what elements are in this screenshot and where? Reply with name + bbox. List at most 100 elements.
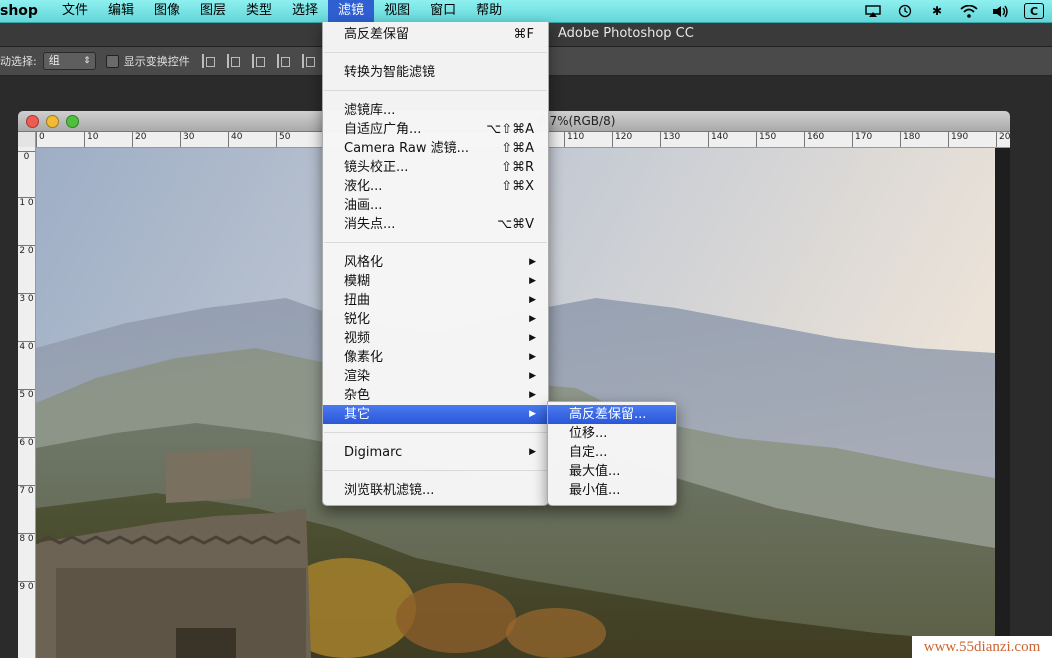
menu-item-label: 滤镜库... <box>344 103 396 118</box>
submenu-item-minimum[interactable]: 最小值... <box>548 481 676 500</box>
vertical-ruler[interactable]: 0 1 0 2 0 3 0 4 0 5 0 6 0 7 0 8 0 9 0 <box>18 147 36 658</box>
v-ruler-label: 8 0 <box>18 533 35 544</box>
auto-select-label: 动选择: <box>0 55 37 68</box>
menu-item-filter-gallery[interactable]: 滤镜库... <box>323 101 548 120</box>
zoom-button[interactable] <box>66 115 79 128</box>
ruler-origin[interactable] <box>18 132 36 148</box>
menu-item-convert-smart-filter[interactable]: 转换为智能滤镜 <box>323 63 548 82</box>
time-machine-icon[interactable] <box>896 4 914 18</box>
menu-separator <box>324 52 547 53</box>
menu-file[interactable]: 文件 <box>52 0 98 22</box>
menu-separator <box>324 90 547 91</box>
menu-item-vanishing-point[interactable]: 消失点... ⌥⌘V <box>323 215 548 234</box>
menu-help[interactable]: 帮助 <box>466 0 512 22</box>
menu-item-shortcut: ⇧⌘R <box>501 160 534 175</box>
menu-item-label: 自定... <box>569 445 608 460</box>
h-ruler-label: 0 <box>36 132 45 147</box>
menu-item-high-pass-last[interactable]: 高反差保留 ⌘F <box>323 25 548 44</box>
h-ruler-label: 190 <box>948 132 968 147</box>
menu-select[interactable]: 选择 <box>282 0 328 22</box>
menu-item-video[interactable]: 视频 ▶ <box>323 329 548 348</box>
menu-separator <box>324 470 547 471</box>
airplay-icon[interactable] <box>864 4 882 18</box>
submenu-item-maximum[interactable]: 最大值... <box>548 462 676 481</box>
v-ruler-label: 6 0 <box>18 437 35 448</box>
h-ruler-label: 200 <box>996 132 1010 147</box>
submenu-item-high-pass[interactable]: 高反差保留... <box>548 405 676 424</box>
menu-item-label: 液化... <box>344 179 383 194</box>
submenu-arrow-icon: ▶ <box>529 333 536 343</box>
submenu-arrow-icon: ▶ <box>529 352 536 362</box>
menu-item-shortcut: ⌥⌘V <box>497 217 534 232</box>
menu-window[interactable]: 窗口 <box>420 0 466 22</box>
h-ruler-label: 150 <box>756 132 776 147</box>
input-method-icon[interactable]: C <box>1024 3 1044 19</box>
menu-item-distort[interactable]: 扭曲 ▶ <box>323 291 548 310</box>
align-top-icon[interactable] <box>276 54 293 68</box>
menu-layer[interactable]: 图层 <box>190 0 236 22</box>
submenu-arrow-icon: ▶ <box>529 295 536 305</box>
close-button[interactable] <box>26 115 39 128</box>
v-ruler-label: 7 0 <box>18 485 35 496</box>
menu-item-stylize[interactable]: 风格化 ▶ <box>323 253 548 272</box>
document-title: 6.7%(RGB/8) <box>538 114 616 128</box>
submenu-item-custom[interactable]: 自定... <box>548 443 676 462</box>
menu-item-render[interactable]: 渲染 ▶ <box>323 367 548 386</box>
menu-item-noise[interactable]: 杂色 ▶ <box>323 386 548 405</box>
volume-icon[interactable] <box>992 4 1010 18</box>
menu-item-label: Digimarc <box>344 445 403 460</box>
menu-item-label: 消失点... <box>344 217 396 232</box>
minimize-button[interactable] <box>46 115 59 128</box>
v-ruler-label: 5 0 <box>18 389 35 400</box>
menu-item-label: 转换为智能滤镜 <box>344 65 436 80</box>
v-ruler-label: 4 0 <box>18 341 35 352</box>
submenu-arrow-icon: ▶ <box>529 276 536 286</box>
menu-edit[interactable]: 编辑 <box>98 0 144 22</box>
menu-item-camera-raw[interactable]: Camera Raw 滤镜... ⇧⌘A <box>323 139 548 158</box>
menu-item-label: 油画... <box>344 198 383 213</box>
h-ruler-label: 120 <box>612 132 632 147</box>
menu-item-shortcut: ⇧⌘X <box>501 179 534 194</box>
menu-item-browse-filters-online[interactable]: 浏览联机滤镜... <box>323 481 548 500</box>
submenu-arrow-icon: ▶ <box>529 447 536 457</box>
menu-item-blur[interactable]: 模糊 ▶ <box>323 272 548 291</box>
menu-item-oil-paint[interactable]: 油画... <box>323 196 548 215</box>
menu-item-label: 最小值... <box>569 483 621 498</box>
menu-item-adaptive-wide-angle[interactable]: 自适应广角... ⌥⇧⌘A <box>323 120 548 139</box>
menu-item-label: 杂色 <box>344 388 371 403</box>
auto-select-dropdown[interactable]: 组 <box>42 52 96 70</box>
menu-item-other[interactable]: 其它 ▶ <box>323 405 548 424</box>
align-left-icon[interactable] <box>201 54 218 68</box>
wifi-icon[interactable] <box>960 4 978 18</box>
menu-item-label: 其它 <box>344 407 371 422</box>
menu-item-lens-correction[interactable]: 镜头校正... ⇧⌘R <box>323 158 548 177</box>
h-ruler-label: 40 <box>228 132 242 147</box>
menu-item-digimarc[interactable]: Digimarc ▶ <box>323 443 548 462</box>
show-transform-checkbox[interactable] <box>105 54 119 68</box>
menu-item-liquify[interactable]: 液化... ⇧⌘X <box>323 177 548 196</box>
menu-type[interactable]: 类型 <box>236 0 282 22</box>
submenu-arrow-icon: ▶ <box>529 409 536 419</box>
menu-view[interactable]: 视图 <box>374 0 420 22</box>
align-right-icon[interactable] <box>251 54 268 68</box>
align-vcenter-icon[interactable] <box>301 54 318 68</box>
submenu-arrow-icon: ▶ <box>529 314 536 324</box>
v-ruler-label: 9 0 <box>18 581 35 592</box>
submenu-item-offset[interactable]: 位移... <box>548 424 676 443</box>
v-ruler-label: 1 0 <box>18 197 35 208</box>
status-area: ✱ C <box>864 0 1044 22</box>
menu-filter[interactable]: 滤镜 <box>328 0 375 22</box>
bluetooth-icon[interactable]: ✱ <box>928 4 946 18</box>
menu-item-sharpen[interactable]: 锐化 ▶ <box>323 310 548 329</box>
h-ruler-label: 130 <box>660 132 680 147</box>
app-menu[interactable]: shop <box>0 3 52 19</box>
h-ruler-label: 140 <box>708 132 728 147</box>
menu-bar: shop 文件 编辑 图像 图层 类型 选择 滤镜 视图 窗口 帮助 ✱ C <box>0 0 1052 23</box>
v-ruler-label: 3 0 <box>18 293 35 304</box>
menu-image[interactable]: 图像 <box>144 0 190 22</box>
menu-item-label: 浏览联机滤镜... <box>344 483 435 498</box>
h-ruler-label: 10 <box>84 132 98 147</box>
menu-item-pixelate[interactable]: 像素化 ▶ <box>323 348 548 367</box>
menu-item-label: 高反差保留 <box>344 27 410 42</box>
align-hcenter-icon[interactable] <box>226 54 243 68</box>
